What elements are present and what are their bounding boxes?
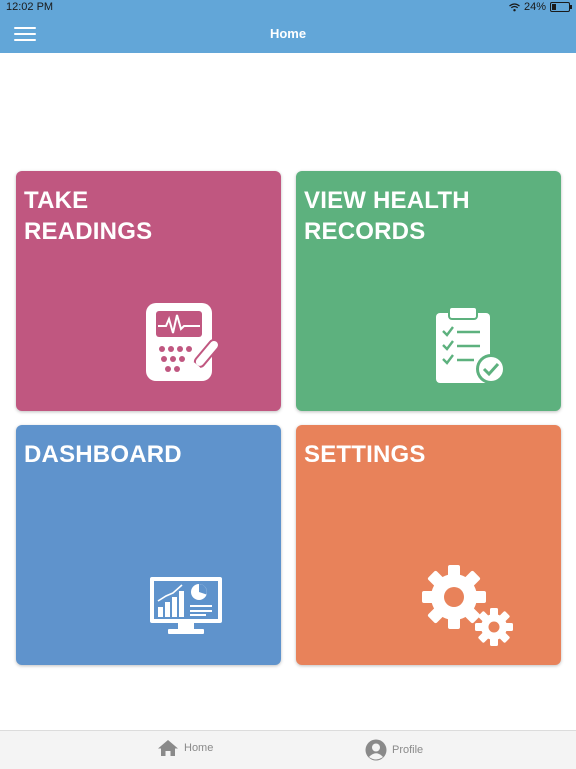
analytics-monitor-icon	[150, 577, 222, 634]
status-bar: 12:02 PM 24%	[0, 0, 576, 15]
tab-profile[interactable]: Profile	[365, 739, 423, 761]
view-health-records-label: VIEW HEALTH RECORDS	[304, 187, 470, 245]
wifi-icon	[509, 2, 520, 11]
battery-icon	[550, 2, 572, 12]
battery-percent: 24%	[523, 1, 546, 13]
nav-bar: Home	[0, 15, 576, 53]
take-readings-label: TAKE READINGS	[24, 187, 153, 245]
settings-tile[interactable]: SETTINGS	[296, 425, 561, 665]
battery-level	[552, 4, 556, 10]
blood-pressure-monitor-icon	[146, 303, 220, 381]
home-icon	[158, 740, 178, 756]
tab-home-label: Home	[184, 742, 214, 754]
user-avatar-icon	[365, 739, 387, 761]
tab-bar: Home Profile	[0, 730, 576, 769]
settings-label: SETTINGS	[304, 441, 426, 468]
tab-profile-label: Profile	[392, 744, 424, 756]
dashboard-tile[interactable]: DASHBOARD	[16, 425, 281, 665]
tab-home[interactable]: Home	[157, 739, 213, 757]
page-title: Home	[269, 26, 307, 41]
dashboard-label: DASHBOARD	[24, 441, 182, 468]
status-time: 12:02 PM	[6, 1, 54, 13]
gears-icon	[422, 565, 513, 646]
view-health-records-tile[interactable]: VIEW HEALTH RECORDS	[296, 171, 561, 411]
clipboard-checklist-icon	[436, 306, 506, 384]
status-indicators: 24%	[509, 1, 572, 13]
take-readings-tile[interactable]: TAKE READINGS	[16, 171, 281, 411]
